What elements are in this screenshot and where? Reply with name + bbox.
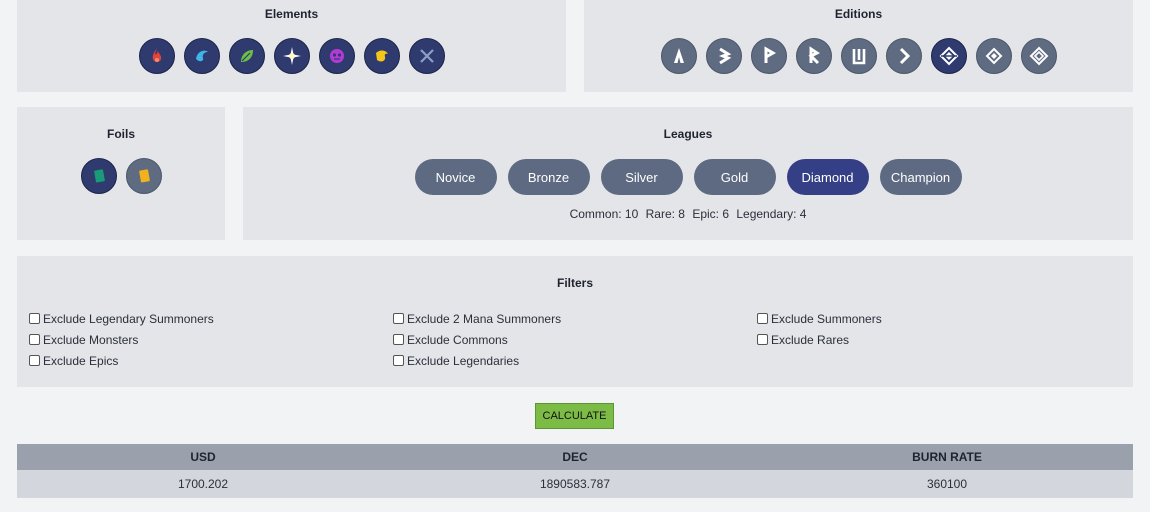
leagues-panel: Leagues Novice Bronze Silver Gold Diamon… [243, 107, 1133, 240]
chaos-legion-icon [939, 46, 958, 66]
filter-label: Exclude Commons [407, 332, 508, 347]
rebellion-edition-button[interactable] [1020, 38, 1057, 74]
league-gold-button[interactable]: Gold [693, 159, 776, 195]
riftwatchers-icon [985, 47, 1002, 65]
filter-exclude-legendaries[interactable]: Exclude Legendaries [393, 350, 561, 371]
burn-rate-value: 360100 [926, 477, 968, 491]
filter-exclude-summoners[interactable]: Exclude Summoners [757, 308, 882, 329]
results-table: USD DEC BURN RATE 1700.202 1890583.787 3… [17, 444, 1133, 498]
life-element-button[interactable] [273, 38, 310, 74]
checkbox[interactable] [29, 313, 40, 324]
neutral-icon [419, 49, 434, 63]
checkbox[interactable] [29, 355, 40, 366]
promo-edition-button[interactable] [750, 38, 787, 74]
water-icon [195, 50, 208, 62]
dragon-icon [375, 50, 388, 62]
regular-foil-icon [93, 169, 105, 183]
beta-rune-icon [718, 47, 731, 65]
dragon-element-button[interactable] [363, 38, 400, 74]
elements-panel: Elements [17, 0, 566, 92]
untamed-rune-icon [852, 49, 865, 65]
death-icon [329, 49, 344, 63]
filter-exclude-legendary-summoners[interactable]: Exclude Legendary Summoners [29, 308, 214, 329]
reward-rune-icon [807, 46, 820, 65]
editions-title: Editions [834, 7, 883, 21]
filter-label: Exclude Legendaries [407, 353, 520, 368]
calculate-button[interactable]: CALCULATE [535, 403, 614, 429]
alpha-rune-icon [673, 48, 684, 63]
gold-foil-icon [138, 169, 150, 183]
riftwatchers-edition-button[interactable] [975, 38, 1012, 74]
results-header-row: USD DEC BURN RATE [17, 444, 1133, 470]
checkbox[interactable] [393, 355, 404, 366]
beta-edition-button[interactable] [705, 38, 742, 74]
filter-label: Exclude Monsters [43, 332, 139, 347]
regular-foil-button[interactable] [80, 158, 117, 194]
league-silver-button[interactable]: Silver [600, 159, 683, 195]
league-novice-button[interactable]: Novice [414, 159, 497, 195]
league-champion-button[interactable]: Champion [879, 159, 962, 195]
life-icon [282, 47, 301, 65]
filters-title: Filters [556, 276, 593, 290]
alpha-edition-button[interactable] [660, 38, 697, 74]
checkbox[interactable] [393, 313, 404, 324]
filter-exclude-2-mana-summoners[interactable]: Exclude 2 Mana Summoners [393, 308, 561, 329]
checkbox[interactable] [29, 334, 40, 345]
burn-rate-header: BURN RATE [912, 450, 982, 464]
filter-exclude-commons[interactable]: Exclude Commons [393, 329, 561, 350]
chaos-legion-edition-button[interactable] [930, 38, 967, 74]
death-element-button[interactable] [318, 38, 355, 74]
foils-panel: Foils [17, 107, 225, 240]
filter-label: Exclude Legendary Summoners [43, 311, 214, 326]
elements-title: Elements [264, 7, 319, 21]
earth-icon [240, 50, 253, 62]
neutral-element-button[interactable] [408, 38, 445, 74]
earth-element-button[interactable] [228, 38, 265, 74]
water-element-button[interactable] [183, 38, 220, 74]
untamed-edition-button[interactable] [840, 38, 877, 74]
league-diamond-button[interactable]: Diamond [786, 159, 869, 195]
filter-label: Exclude Epics [43, 353, 119, 368]
league-card-counts: Common: 10 Rare: 8 Epic: 6 Legendary: 4 [243, 207, 1133, 221]
results-value-row: 1700.202 1890583.787 360100 [17, 470, 1133, 498]
filter-exclude-rares[interactable]: Exclude Rares [757, 329, 882, 350]
filter-label: Exclude 2 Mana Summoners [407, 311, 562, 326]
filter-exclude-epics[interactable]: Exclude Epics [29, 350, 214, 371]
dice-edition-button[interactable] [885, 38, 922, 74]
legendary-count: Legendary: 4 [736, 207, 807, 221]
checkbox[interactable] [757, 313, 768, 324]
dec-header: DEC [562, 450, 588, 464]
league-bronze-button[interactable]: Bronze [507, 159, 590, 195]
fire-icon [152, 48, 161, 62]
reward-edition-button[interactable] [795, 38, 832, 74]
filter-exclude-monsters[interactable]: Exclude Monsters [29, 329, 214, 350]
checkbox[interactable] [757, 334, 768, 345]
fire-element-button[interactable] [138, 38, 175, 74]
usd-value: 1700.202 [177, 477, 229, 491]
foils-title: Foils [106, 127, 135, 141]
leagues-title: Leagues [663, 127, 713, 141]
promo-rune-icon [764, 46, 776, 63]
filters-panel: Filters Exclude Legendary Summoners Excl… [17, 256, 1133, 387]
gold-foil-button[interactable] [125, 158, 162, 194]
epic-count: Epic: 6 [692, 207, 730, 221]
dec-value: 1890583.787 [539, 477, 611, 491]
filter-label: Exclude Rares [771, 332, 850, 347]
checkbox[interactable] [393, 334, 404, 345]
usd-header: USD [190, 450, 216, 464]
dice-rune-icon [899, 47, 910, 65]
common-count: Common: 10 [569, 207, 639, 221]
editions-panel: Editions [584, 0, 1133, 92]
rare-count: Rare: 8 [645, 207, 685, 221]
rebellion-icon [1029, 46, 1048, 66]
filter-label: Exclude Summoners [771, 311, 882, 326]
